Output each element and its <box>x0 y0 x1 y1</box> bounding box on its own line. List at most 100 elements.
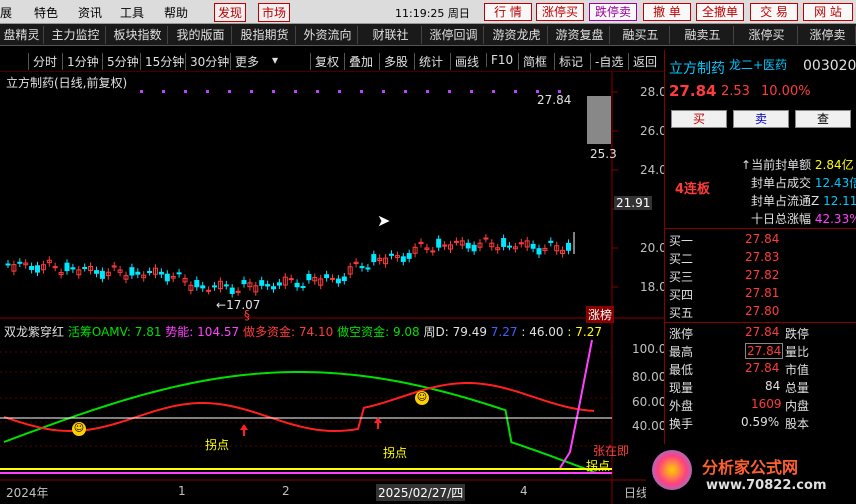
back-button[interactable]: 返回 <box>628 53 657 70</box>
x-tick: 2 <box>282 484 290 498</box>
menu-item-expand[interactable]: 展 <box>0 4 12 21</box>
period-1min[interactable]: 1分钟 <box>62 53 99 70</box>
draw-line-button[interactable]: 画线 <box>450 53 479 70</box>
shineng-value: 104.57 <box>197 325 240 339</box>
menu-item-news[interactable]: 资讯 <box>78 4 102 21</box>
ten-day-gain-label: 十日总涨幅 42.33% <box>751 212 856 226</box>
toolbar-item-foreign-flow[interactable]: 外资流向 <box>298 26 358 44</box>
toolbar-item-main-monitor[interactable]: 主力监控 <box>46 26 106 44</box>
toolbar-item-margin-sell[interactable]: 融卖五 <box>672 26 734 44</box>
limit-down-sell-button[interactable]: 跌停卖 <box>589 3 637 21</box>
signal-dot <box>294 90 297 93</box>
simple-frame-button[interactable]: 简框 <box>518 53 547 70</box>
signal-dot <box>162 90 165 93</box>
kline-body <box>330 277 335 280</box>
toolbar-item-my-layout[interactable]: 我的版面 <box>170 26 232 44</box>
statistics-button[interactable]: 统计 <box>414 53 443 70</box>
quote-label: 换手 <box>669 417 694 431</box>
restore-rights-button[interactable]: 复权 <box>310 53 339 70</box>
kline-body <box>436 238 442 248</box>
ind-y-tick: 40.00 <box>632 419 667 433</box>
add-watchlist-button[interactable]: -自选 <box>590 53 623 70</box>
f10-button[interactable]: F10 <box>486 53 513 67</box>
period-15min[interactable]: 15分钟 <box>140 53 184 70</box>
toolbar-item-sector-index[interactable]: 板块指数 <box>108 26 168 44</box>
toolbar-item-margin-buy[interactable]: 融买五 <box>612 26 670 44</box>
period-more[interactable]: 更多 <box>230 53 259 70</box>
kline-body <box>400 256 406 262</box>
quote-value: 84 <box>765 379 781 393</box>
clock-display: 11:19:25 周日 <box>395 7 470 20</box>
kline-body <box>99 270 105 279</box>
toolbar-item-hot-money[interactable]: 游资龙虎 <box>486 26 548 44</box>
period-5min[interactable]: 5分钟 <box>102 53 139 70</box>
kline-chart[interactable] <box>0 72 664 504</box>
toolbar-item-wizard[interactable]: 盘精灵 <box>0 26 44 44</box>
toolbar-item-limit-buy[interactable]: 涨停买 <box>736 26 798 44</box>
toolbar-item-cls[interactable]: 财联社 <box>360 26 422 44</box>
kline-body <box>223 284 229 287</box>
signal-dot <box>140 90 143 93</box>
turning-point-label: 拐点 <box>383 446 408 460</box>
signal-dot <box>206 90 209 93</box>
kline-body <box>212 285 217 288</box>
zhou-value: 79.49 <box>452 325 487 339</box>
chart-marker: § <box>244 308 250 322</box>
menu-item-features[interactable]: 特色 <box>34 4 58 21</box>
menu-item-help[interactable]: 帮助 <box>164 4 188 21</box>
bid-2-label: 买二 <box>669 252 694 266</box>
toolbar-item-limit-pullback[interactable]: 涨停回调 <box>424 26 484 44</box>
signal-dot <box>382 90 385 93</box>
limit-up-buy-button[interactable]: 涨停买 <box>536 3 584 21</box>
oamv-value: 7.81 <box>134 325 162 339</box>
kline-body <box>335 278 341 284</box>
period-30min[interactable]: 30分钟 <box>185 53 229 70</box>
cancel-all-button[interactable]: 全撤单 <box>696 3 744 21</box>
overlay-button[interactable]: 叠加 <box>344 53 373 70</box>
bid-3-price: 27.82 <box>745 268 780 282</box>
consecutive-limit-badge: 4连板 <box>675 182 711 197</box>
x-cursor-date: 2025/02/27/四 <box>376 484 466 501</box>
toolbar-item-index-futures[interactable]: 股指期货 <box>234 26 296 44</box>
quote-label: 最低 <box>669 363 694 377</box>
query-button[interactable]: 查 <box>795 110 851 128</box>
signal-dot <box>426 90 429 93</box>
kline-body <box>241 280 247 285</box>
turning-point-label: 拐点 <box>586 459 611 473</box>
period-intraday[interactable]: 分时 <box>28 53 57 70</box>
kline-body <box>341 276 347 282</box>
menu-item-tools[interactable]: 工具 <box>120 4 144 21</box>
signal-dot <box>404 90 407 93</box>
menu-item-market[interactable]: 市场 <box>258 3 291 22</box>
x-tick: 4 <box>520 484 528 498</box>
smiley-icon: ☺ <box>72 422 86 436</box>
buy-button[interactable]: 买 <box>671 110 727 128</box>
sell-button[interactable]: 卖 <box>733 110 789 128</box>
limit-up-tag: 涨榜 <box>586 306 615 323</box>
signal-dot <box>316 90 319 93</box>
kline-body <box>5 263 11 266</box>
kline-body <box>442 244 448 247</box>
indicator-value-1: 7.27 <box>490 325 518 339</box>
mark-button[interactable]: 标记 <box>554 53 583 70</box>
kline-body <box>276 282 282 286</box>
kline-body <box>70 267 76 270</box>
toolbar-item-limit-sell[interactable]: 涨停卖 <box>800 26 856 44</box>
indicator-name[interactable]: 双龙紫穿红 <box>4 325 64 339</box>
trade-button[interactable]: 交 易 <box>750 3 798 21</box>
quote-label: 现量 <box>669 381 694 395</box>
current-price-marker: 21.91 <box>614 196 653 210</box>
last-price: 27.84 <box>669 82 717 100</box>
high-price-label: 27.84 <box>537 93 572 107</box>
period-label: 日线 <box>624 486 649 500</box>
kline-body <box>471 244 477 252</box>
menu-item-discover[interactable]: 发现 <box>214 3 247 22</box>
multi-stock-button[interactable]: 多股 <box>379 53 408 70</box>
toolbar-item-replay[interactable]: 游资复盘 <box>550 26 610 44</box>
kline-body <box>365 267 371 270</box>
cancel-order-button[interactable]: 撤 单 <box>643 3 691 21</box>
quote-button[interactable]: 行 情 <box>484 3 532 21</box>
chevron-down-icon[interactable]: ▾ <box>272 53 278 67</box>
website-button[interactable]: 网 站 <box>803 3 853 21</box>
quote-label: 市值 <box>785 363 810 377</box>
